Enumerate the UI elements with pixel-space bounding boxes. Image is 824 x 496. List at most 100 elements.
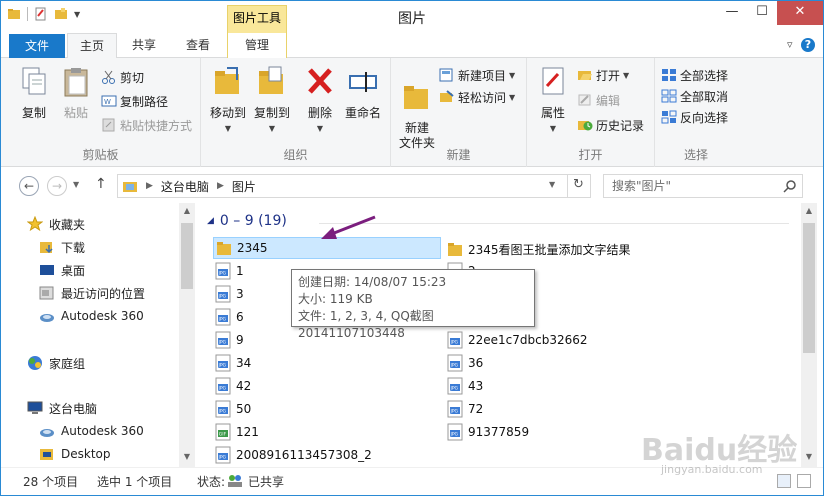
status-value: 已共享	[248, 475, 285, 489]
select-none-button[interactable]: 全部取消	[661, 87, 728, 105]
move-to-button[interactable]: 移动到 ▼	[207, 66, 249, 136]
copy-path-button[interactable]: W 复制路径	[101, 92, 168, 110]
pictures-folder-icon	[123, 182, 137, 192]
file-item[interactable]: JPG 3	[215, 283, 244, 305]
easy-access-dropdown-icon: ▼	[509, 92, 516, 102]
up-button[interactable]: ↑	[95, 176, 107, 192]
clipboard-group-label: 剪贴板	[82, 148, 119, 162]
edit-button[interactable]: 编辑	[577, 91, 620, 109]
nav-autodesk-360-pc[interactable]: Autodesk 360	[39, 420, 144, 442]
nav-pane-scroll-thumb[interactable]	[181, 223, 193, 289]
nav-pane-scrollbar[interactable]: ▲ ▼	[179, 203, 195, 467]
paste-shortcut-button[interactable]: 粘贴快捷方式	[101, 116, 192, 134]
window-title: 图片	[398, 11, 426, 27]
nav-desktop[interactable]: 桌面	[39, 259, 85, 281]
tab-share[interactable]: 共享	[119, 33, 169, 58]
file-item[interactable]: JPG 72	[447, 398, 483, 420]
watermark-url: jingyan.baidu.com	[661, 463, 763, 476]
breadcrumb-this-pc[interactable]: 这台电脑	[161, 178, 209, 195]
search-icon[interactable]	[783, 179, 797, 193]
close-button[interactable]: ✕	[777, 1, 823, 25]
cut-label: 剪切	[120, 70, 145, 85]
search-input[interactable]: 搜索"图片"	[603, 174, 803, 198]
tab-view[interactable]: 查看	[171, 33, 225, 58]
scroll-up-icon[interactable]: ▲	[801, 203, 817, 219]
select-all-button[interactable]: 全部选择	[661, 66, 728, 84]
svg-text:W: W	[104, 98, 111, 106]
tab-manage[interactable]: 管理	[227, 33, 287, 58]
collapse-group-icon[interactable]: ◢	[207, 216, 214, 226]
maximize-button[interactable]: ☐	[747, 1, 777, 25]
new-folder-icon	[404, 86, 428, 109]
file-list-scroll-thumb[interactable]	[803, 223, 815, 353]
file-item[interactable]: JPG 91377859	[447, 421, 529, 443]
tab-home[interactable]: 主页	[67, 33, 117, 59]
address-dropdown-icon[interactable]: ▼	[549, 180, 555, 189]
delete-button[interactable]: 删除 ▼	[301, 66, 339, 136]
recent-locations-icon[interactable]: ▼	[73, 180, 79, 189]
nav-downloads[interactable]: 下载	[39, 236, 85, 258]
file-item[interactable]: JPG 2008916113457308_2	[215, 444, 372, 466]
open-button[interactable]: 打开 ▼	[577, 66, 629, 84]
invert-selection-icon	[661, 110, 677, 124]
folder-icon[interactable]	[7, 7, 21, 21]
select-group: 全部选择 全部取消 反向选择 选择	[655, 58, 737, 167]
file-item[interactable]: JPG 6	[215, 306, 244, 328]
separator	[27, 7, 28, 21]
copy-button[interactable]: 复制	[15, 66, 53, 121]
nav-recent-places[interactable]: 最近访问的位置	[39, 282, 145, 304]
file-item[interactable]: JPG 43	[447, 375, 483, 397]
file-item[interactable]: JPG 36	[447, 352, 483, 374]
file-list-scrollbar[interactable]: ▲ ▼	[801, 203, 817, 467]
jpg-file-icon: JPG	[447, 400, 463, 418]
nav-favorites[interactable]: 收藏夹	[27, 213, 85, 235]
file-item[interactable]: JPG 1	[215, 260, 244, 282]
file-item[interactable]: JPG 42	[215, 375, 251, 397]
new-item-dropdown-icon: ▼	[509, 70, 516, 80]
back-button[interactable]: ←	[19, 176, 39, 196]
breadcrumb-pictures[interactable]: 图片	[232, 178, 256, 195]
minimize-button[interactable]: —	[717, 1, 747, 25]
file-item[interactable]: JPG 50	[215, 398, 251, 420]
scroll-down-icon[interactable]: ▼	[179, 449, 195, 465]
forward-button[interactable]: →	[47, 176, 67, 196]
item-count: 28 个项目	[23, 475, 79, 489]
refresh-button[interactable]: ↻	[567, 174, 589, 198]
shared-users-icon	[228, 475, 242, 487]
invert-selection-button[interactable]: 反向选择	[661, 108, 728, 126]
ribbon-collapse-icon[interactable]: ▿	[787, 38, 793, 51]
copy-label: 复制	[21, 106, 46, 120]
address-bar-row: ← → ▼ ↑ ▶ 这台电脑 ▶ 图片 ▼ ↻ 搜索"图片"	[1, 167, 823, 203]
help-icon[interactable]: ?	[801, 38, 815, 52]
cut-button[interactable]: 剪切	[101, 68, 144, 86]
paste-button[interactable]: 粘贴	[57, 66, 95, 121]
paste-shortcut-icon	[102, 118, 115, 132]
rename-button[interactable]: 重命名	[341, 66, 385, 121]
file-item[interactable]: 2345看图王批量添加文字结果	[447, 238, 631, 260]
customize-toolbar-icon[interactable]: ▼	[74, 10, 80, 19]
address-bar[interactable]: ▶ 这台电脑 ▶ 图片	[117, 174, 591, 198]
group-header[interactable]: ◢ 0 – 9 (19)	[207, 213, 287, 229]
tab-file[interactable]: 文件	[9, 34, 65, 58]
scroll-up-icon[interactable]: ▲	[179, 203, 195, 219]
paste-label: 粘贴	[63, 106, 88, 120]
nav-this-pc[interactable]: 这台电脑	[27, 397, 97, 419]
large-icons-view-button[interactable]	[797, 474, 811, 488]
svg-text:JPG: JPG	[218, 386, 227, 392]
nav-homegroup[interactable]: 家庭组	[27, 352, 85, 374]
file-item[interactable]: GIF 121	[215, 421, 259, 443]
file-item[interactable]: JPG 9	[215, 329, 244, 351]
details-view-button[interactable]	[777, 474, 791, 488]
properties-icon[interactable]	[34, 7, 48, 21]
history-button[interactable]: 历史记录	[577, 116, 644, 134]
new-item-button[interactable]: 新建项目 ▼	[439, 66, 515, 84]
nav-desktop-pc[interactable]: Desktop	[39, 443, 111, 465]
nav-autodesk-360[interactable]: Autodesk 360	[39, 305, 144, 327]
file-item[interactable]: JPG 34	[215, 352, 251, 374]
copy-to-button[interactable]: 复制到 ▼	[251, 66, 293, 136]
properties-button[interactable]: 属性 ▼	[535, 66, 571, 136]
new-folder-icon[interactable]	[54, 7, 68, 21]
scroll-down-icon[interactable]: ▼	[801, 449, 817, 465]
easy-access-button[interactable]: 轻松访问 ▼	[439, 88, 515, 106]
select-all-label: 全部选择	[680, 68, 729, 83]
